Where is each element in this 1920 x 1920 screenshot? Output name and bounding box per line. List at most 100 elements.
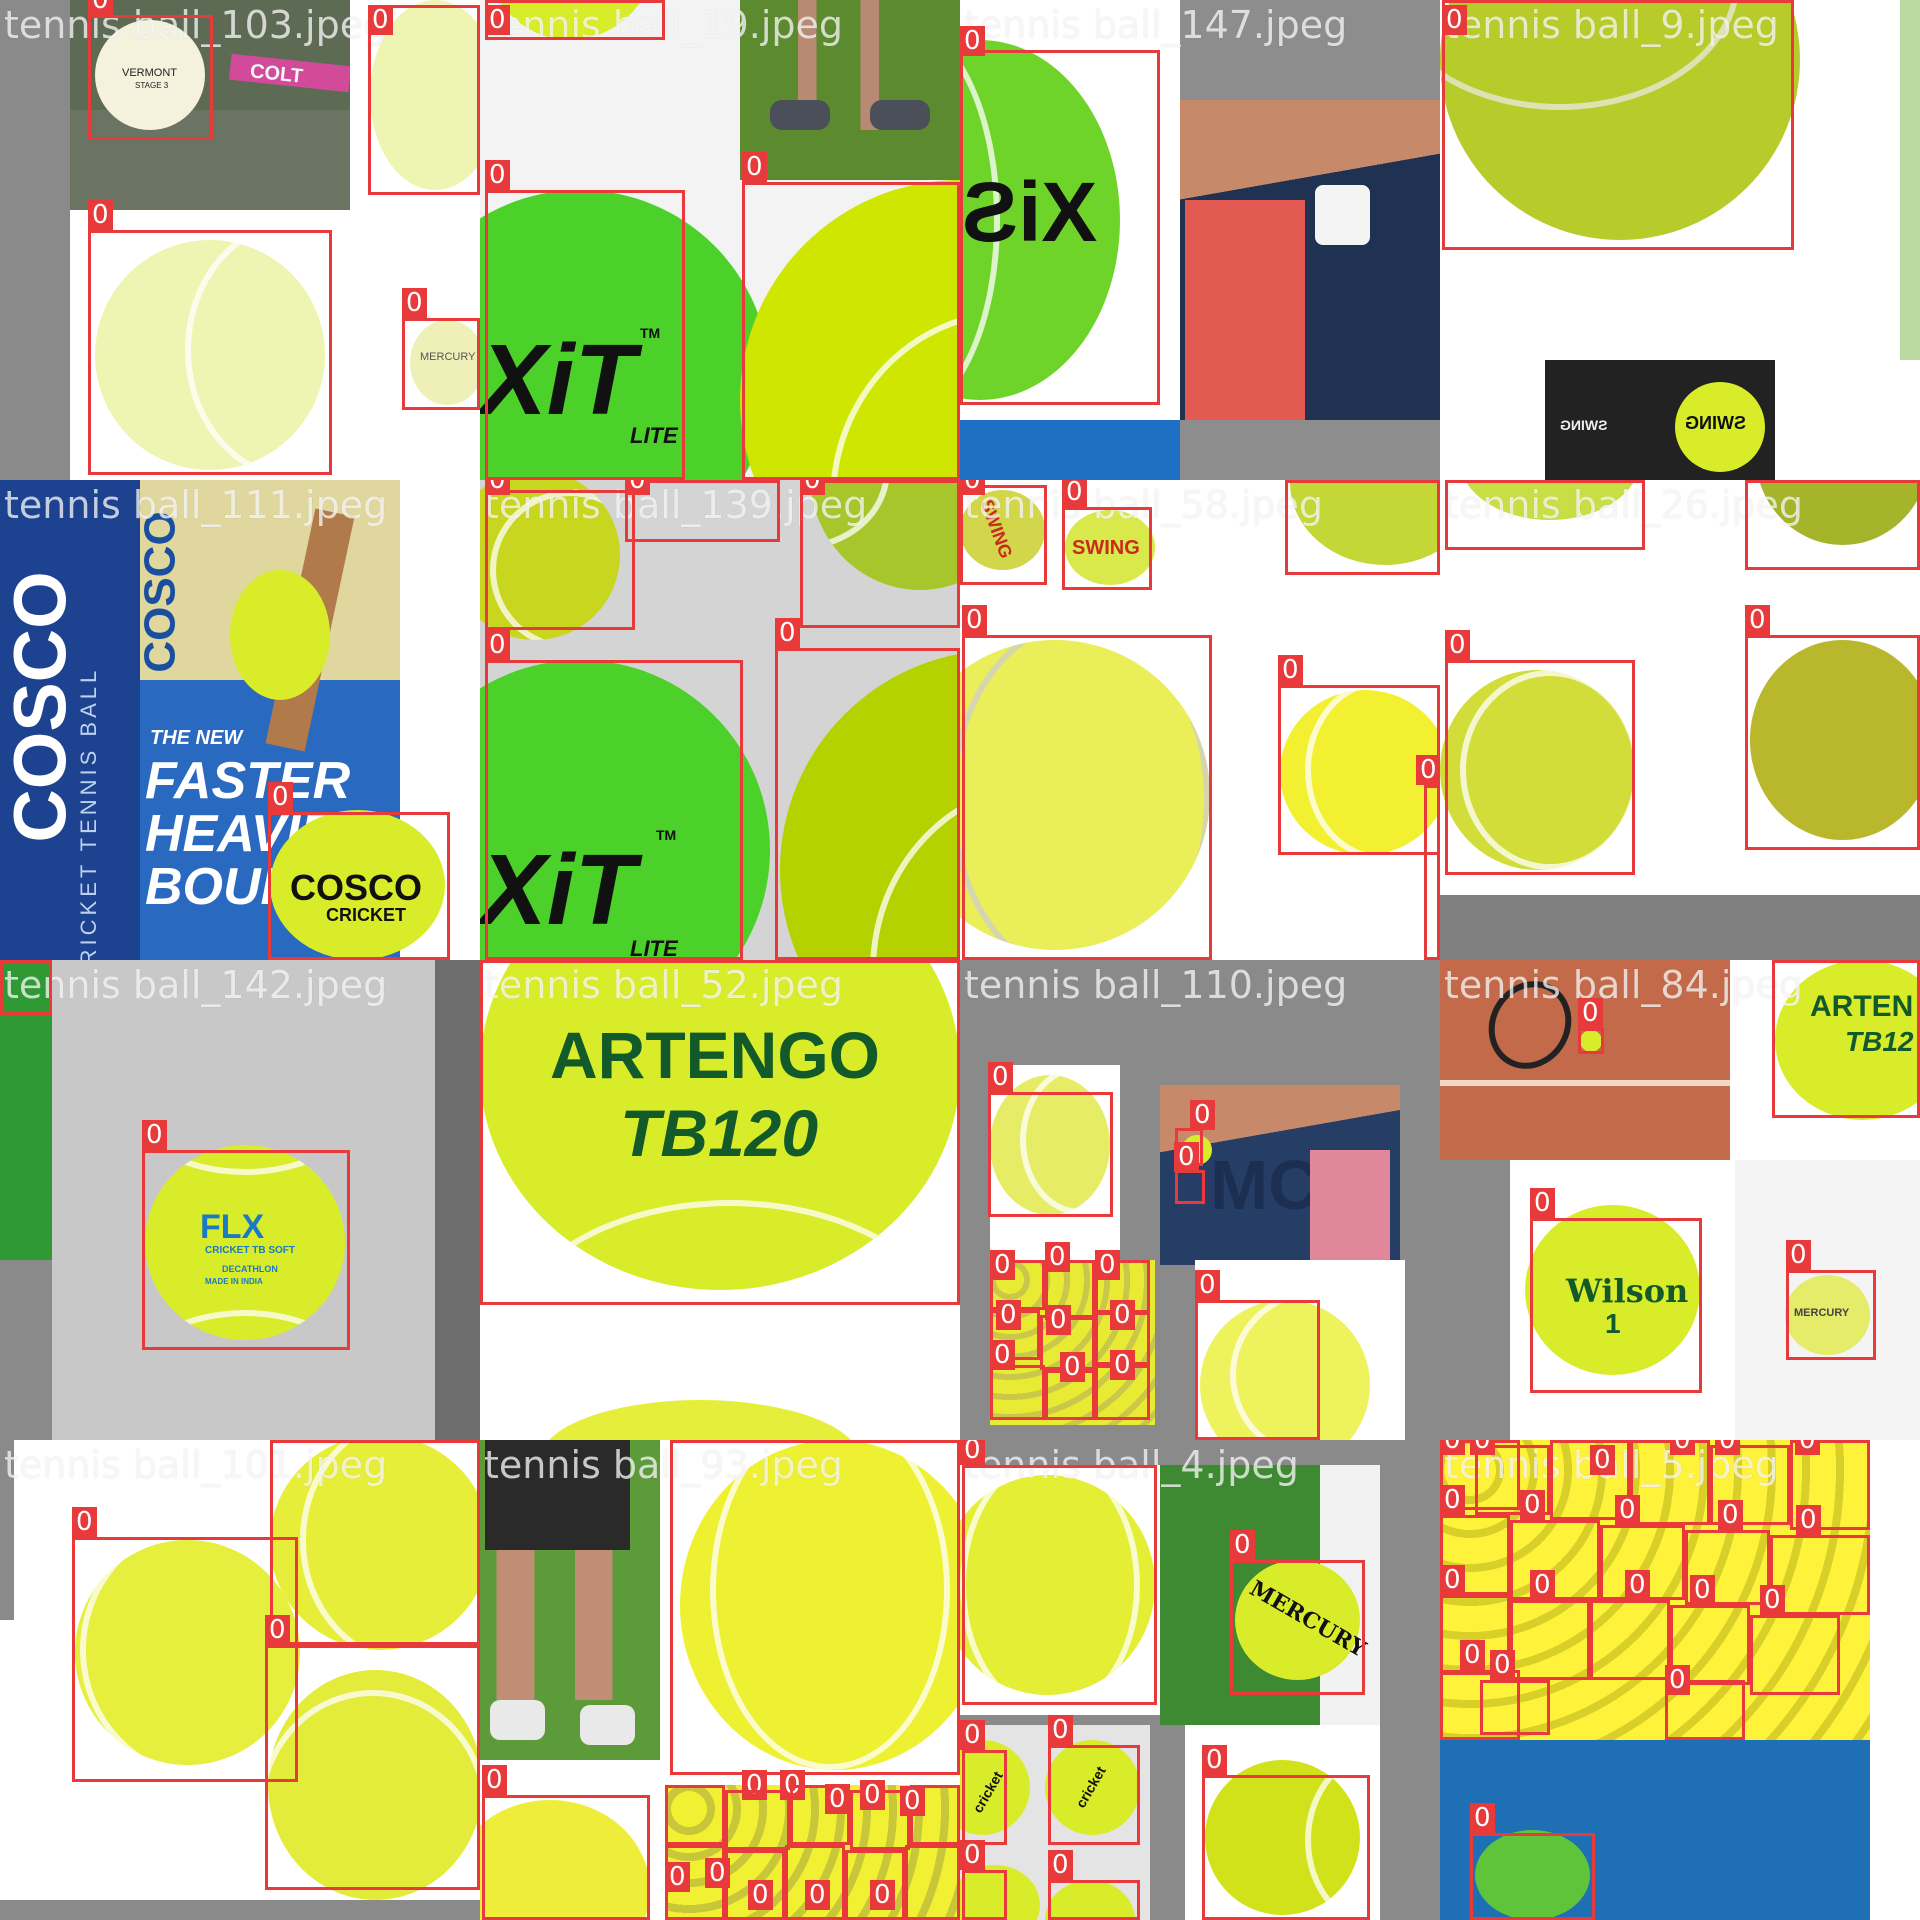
box-class-label: 0	[870, 1880, 895, 1910]
box-class-label: 0	[1190, 1100, 1215, 1130]
ball-brand-text: SWING	[1685, 413, 1746, 433]
box-class-label: 0	[72, 1507, 97, 1537]
tile-8: tennis ball_26.jpeg 0 0 0 0	[1440, 480, 1920, 960]
tile-6: XiT LITE TM tennis ball_139.jpeg 0 0 0 0…	[480, 480, 960, 960]
box-class-label: 0	[1278, 655, 1303, 685]
bounding-box	[742, 182, 960, 480]
box-class-label: 0	[1530, 1188, 1555, 1218]
tile-15: MERCURY cricket cricket tennis ball_4.jp…	[960, 1440, 1440, 1920]
bounding-box	[1470, 1833, 1595, 1920]
tile-13: tennis ball_101.jpeg 0 0 0	[0, 1440, 480, 1920]
player-legs	[485, 1550, 630, 1700]
bounding-box	[665, 1785, 725, 1845]
bounding-box	[1786, 1270, 1876, 1360]
box-class-label: 0	[1786, 1240, 1811, 1270]
box-class-label: 0	[1442, 5, 1467, 35]
bounding-box	[670, 1440, 960, 1775]
box-class-label: 0	[825, 1784, 850, 1814]
bounding-box	[1578, 1028, 1604, 1054]
bounding-box	[88, 230, 332, 475]
box-class-label: 0	[1665, 1665, 1690, 1695]
box-class-label: 0	[742, 152, 767, 182]
bounding-box	[1048, 1880, 1140, 1920]
bounding-box	[1202, 1775, 1370, 1920]
tennis-ball	[540, 1400, 860, 1440]
box-tagline-text: FASTER	[145, 752, 351, 810]
bounding-box	[142, 1150, 350, 1350]
bounding-box	[485, 660, 743, 960]
box-class-label: 0	[268, 782, 293, 812]
box-class-label: 0	[1195, 1270, 1220, 1300]
bounding-box	[1590, 1600, 1670, 1680]
box-class-label: 0	[775, 618, 800, 648]
bounding-box	[800, 480, 960, 628]
box-class-label: 0	[1530, 1570, 1555, 1600]
bounding-box	[485, 190, 685, 480]
box-class-label: 0	[1670, 1440, 1695, 1455]
tile-9: FLX CRICKET TB SOFT DECATHLON MADE IN IN…	[0, 960, 480, 1440]
racket-brand-text: COLT	[248, 60, 304, 88]
tile-3: XiS tennis ball_147.jpeg 0	[960, 0, 1440, 480]
box-class-label: 0	[1796, 1505, 1821, 1535]
shoe	[770, 100, 830, 130]
tile-filename: tennis ball_147.jpeg	[964, 3, 1348, 47]
box-class-label: 0	[88, 200, 113, 230]
bounding-box	[1195, 1300, 1320, 1440]
box-brand-text: COSCO	[0, 571, 82, 843]
box-class-label: 0	[1690, 1575, 1715, 1605]
box-class-label: 0	[1048, 1715, 1073, 1745]
box-class-label: 0	[990, 1340, 1015, 1370]
box-class-label: 0	[1490, 1650, 1515, 1680]
box-class-label: 0	[800, 480, 825, 495]
tile-filename: tennis ball_142.jpeg	[4, 963, 388, 1007]
bounding-box	[485, 0, 665, 40]
bounding-box	[1772, 960, 1920, 1118]
box-class-label: 0	[1045, 1242, 1070, 1272]
bounding-box	[1230, 1560, 1365, 1695]
box-class-label: 0	[1745, 605, 1770, 635]
bounding-box	[1175, 1170, 1205, 1204]
box-class-label: 0	[485, 630, 510, 660]
tile-7: SWING SWING tennis ball_58.jpeg 0 0 0 0 …	[960, 480, 1440, 960]
box-class-label: 0	[1460, 1640, 1485, 1670]
shoe	[580, 1705, 635, 1745]
shoe	[870, 100, 930, 130]
pack-brand-text: SWING	[1560, 417, 1608, 433]
bounding-box	[1442, 0, 1794, 250]
box-class-label: 0	[1578, 998, 1603, 1028]
tennis-ball	[230, 570, 330, 700]
tile-2: XiT LITE TM tennis ball_19.jpeg 0 0 0	[480, 0, 960, 480]
bounding-box	[775, 648, 960, 960]
box-class-label: 0	[265, 1615, 290, 1645]
box-class-label: 0	[960, 26, 985, 56]
box-class-label: 0	[960, 1840, 985, 1870]
water-strip	[960, 420, 1180, 480]
bounding-box	[962, 1465, 1157, 1705]
bounding-box	[1745, 480, 1920, 570]
bounding-box	[1530, 1218, 1702, 1393]
box-class-label: 0	[1110, 1300, 1135, 1330]
box-class-label: 0	[1520, 1490, 1545, 1520]
box-class-label: 0	[962, 605, 987, 635]
box-class-label: 0	[1110, 1350, 1135, 1380]
box-class-label: 0	[1416, 755, 1440, 785]
box-class-label: 0	[665, 1862, 690, 1892]
box-class-label: 0	[1440, 1440, 1465, 1455]
bounding-box	[1285, 480, 1440, 575]
box-class-label: 0	[960, 1440, 985, 1465]
gray-bar	[1440, 895, 1920, 960]
gray-strip	[1440, 1160, 1510, 1440]
bounding-box	[962, 635, 1212, 960]
bounding-box	[265, 1645, 480, 1890]
box-class-label: 0	[485, 160, 510, 190]
green-edge	[1900, 0, 1920, 360]
bounding-box	[0, 960, 52, 1015]
box-tagline-text: THE NEW	[150, 727, 243, 749]
box-class-label: 0	[860, 1780, 885, 1810]
box-class-label: 0	[1095, 1250, 1120, 1280]
box-class-label: 0	[805, 1880, 830, 1910]
box-class-label: 0	[988, 1062, 1013, 1092]
bounding-box	[1510, 1520, 1600, 1600]
box-subtitle-text: CRICKET TENNIS BALL	[76, 666, 102, 960]
bounding-box	[960, 50, 1160, 405]
